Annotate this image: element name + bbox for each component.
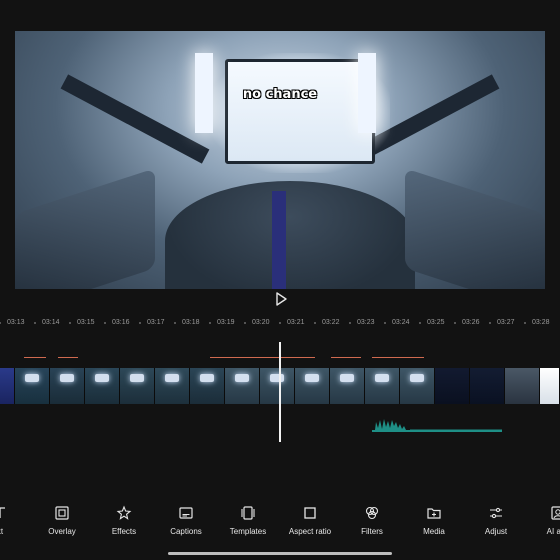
toolbar-media-button[interactable]: Media	[403, 505, 465, 536]
ruler-tick-label: 03:25	[427, 319, 445, 326]
toolbar-label: AI ava	[546, 527, 560, 536]
scene-hand-right	[405, 168, 545, 289]
video-clip[interactable]	[260, 368, 295, 404]
ruler-tick-label: 03:22	[322, 319, 340, 326]
ruler-dot	[139, 322, 141, 324]
video-clip[interactable]	[120, 368, 155, 404]
toolbar-label: Captions	[170, 527, 202, 536]
ruler-tick-label: 03:19	[217, 319, 235, 326]
video-clip[interactable]	[225, 368, 260, 404]
video-clip[interactable]	[400, 368, 435, 404]
scene-figure-tie	[272, 191, 286, 289]
ruler-tick-label: 03:15	[77, 319, 95, 326]
marker-segment	[24, 357, 46, 358]
video-clip[interactable]	[435, 368, 470, 404]
toolbar-label: Media	[423, 527, 445, 536]
ruler-tick-label: 03:13	[7, 319, 25, 326]
ai-avatar-icon	[551, 506, 560, 520]
toolbar-aspect-ratio-button[interactable]: Aspect ratio	[279, 505, 341, 536]
media-icon	[427, 508, 441, 519]
video-clip[interactable]	[330, 368, 365, 404]
ruler-dot	[104, 322, 106, 324]
toolbar-filters-button[interactable]: Filters	[341, 505, 403, 536]
ruler-dot	[419, 322, 421, 324]
toolbar-label: xt	[0, 527, 4, 536]
bottom-toolbar: xt Overlay Effects Captions Templates Aspect …	[0, 505, 560, 550]
marker-segment	[331, 357, 361, 358]
toolbar-ai-avatar-button[interactable]: AI ava	[527, 505, 560, 536]
ruler-dot	[384, 322, 386, 324]
ruler-tick-label: 03:16	[112, 319, 130, 326]
video-clip[interactable]	[85, 368, 120, 404]
time-ruler[interactable]: 03:13 03:14 03:15 03:16 03:17 03:18 03:19 03:20…	[0, 316, 560, 330]
ruler-dot	[314, 322, 316, 324]
toolbar-label: Templates	[229, 527, 267, 536]
ruler-dot	[524, 322, 526, 324]
video-clip[interactable]	[0, 368, 15, 404]
ruler-dot	[34, 322, 36, 324]
aspect-ratio-icon	[304, 507, 316, 519]
video-clip[interactable]	[365, 368, 400, 404]
captions-icon	[179, 507, 193, 519]
ruler-dot	[0, 322, 1, 324]
ruler-tick-label: 03:27	[497, 319, 515, 326]
toolbar-label: Filters	[361, 527, 383, 536]
toolbar-captions-button[interactable]: Captions	[155, 505, 217, 536]
ruler-dot	[174, 322, 176, 324]
video-clip[interactable]	[155, 368, 190, 404]
toolbar-adjust-button[interactable]: Adjust	[465, 505, 527, 536]
video-clip[interactable]	[295, 368, 330, 404]
play-button[interactable]	[273, 291, 289, 307]
playhead[interactable]	[279, 342, 281, 442]
ruler-dot	[454, 322, 456, 324]
marker-segment	[372, 357, 424, 358]
ruler-tick-label: 03:24	[392, 319, 410, 326]
toolbar-text-button[interactable]: xt	[0, 505, 31, 536]
audio-waveform[interactable]	[372, 416, 502, 432]
toolbar-label: Aspect ratio	[288, 527, 332, 536]
ruler-tick-label: 03:17	[147, 319, 165, 326]
toolbar-templates-button[interactable]: Templates	[217, 505, 279, 536]
video-clip[interactable]	[540, 368, 560, 404]
templates-icon	[241, 506, 255, 520]
ruler-dot	[69, 322, 71, 324]
marker-segment	[210, 357, 315, 358]
scene-figure-body	[165, 181, 415, 289]
preview-caption: no chance	[242, 87, 318, 102]
ruler-tick-label: 03:21	[287, 319, 305, 326]
ruler-tick-label: 03:26	[462, 319, 480, 326]
ruler-dot	[489, 322, 491, 324]
video-clip[interactable]	[15, 368, 50, 404]
toolbar-overlay-button[interactable]: Overlay	[31, 505, 93, 536]
toolbar-label: Adjust	[484, 527, 508, 536]
scene-screen-head	[225, 59, 375, 164]
toolbar-label: Effects	[111, 527, 137, 536]
toolbar-label: Overlay	[48, 527, 76, 536]
ruler-tick-label: 03:23	[357, 319, 375, 326]
video-clip[interactable]	[505, 368, 540, 404]
video-preview[interactable]: no chance	[15, 31, 545, 289]
video-clip[interactable]	[190, 368, 225, 404]
ruler-dot	[279, 322, 281, 324]
home-indicator	[168, 552, 392, 555]
marker-segment	[58, 357, 78, 358]
ruler-tick-label: 03:28	[532, 319, 550, 326]
ruler-dot	[349, 322, 351, 324]
toolbar-effects-button[interactable]: Effects	[93, 505, 155, 536]
video-clip[interactable]	[470, 368, 505, 404]
ruler-tick-label: 03:18	[182, 319, 200, 326]
play-icon	[276, 292, 287, 306]
filters-icon	[365, 506, 379, 520]
video-clip[interactable]	[50, 368, 85, 404]
effects-icon	[116, 505, 132, 520]
scene-hand-left	[15, 168, 155, 289]
overlay-icon	[55, 506, 69, 520]
ruler-tick-label: 03:20	[252, 319, 270, 326]
ruler-tick-label: 03:14	[42, 319, 60, 326]
ruler-dot	[244, 322, 246, 324]
ruler-dot	[209, 322, 211, 324]
adjust-icon	[490, 507, 502, 519]
text-icon	[0, 507, 5, 518]
